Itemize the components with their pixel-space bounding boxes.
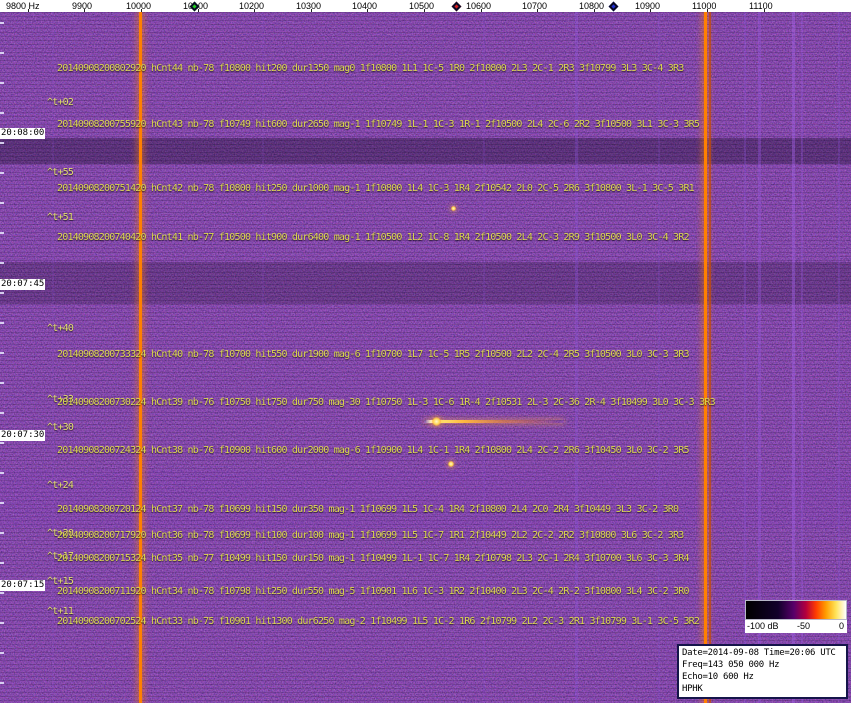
time-tick <box>0 682 4 684</box>
time-tick <box>0 22 4 24</box>
detection-log-line: 20140908200751420 hCnt42 nb-78 f10800 hi… <box>57 183 695 194</box>
time-offset-marker: ^t+51 <box>47 212 74 223</box>
noise-band <box>0 262 851 304</box>
time-offset-marker: ^t+40 <box>47 323 74 334</box>
meteor-echo-dot <box>451 206 456 211</box>
time-tick <box>0 172 4 174</box>
time-tick <box>0 142 4 144</box>
time-tick <box>0 52 4 54</box>
time-label: 20:07:45 <box>0 279 45 290</box>
spur-line <box>52 12 54 703</box>
freq-label: 10900 <box>635 1 661 11</box>
time-tick <box>0 382 4 384</box>
scale-label-mid: -50 <box>797 621 811 631</box>
detection-log-line: 20140908200724324 hCnt38 nb-76 f10900 hi… <box>57 445 689 456</box>
detection-log-line: 20140908200702524 hCnt33 nb-75 f10901 hi… <box>57 616 700 627</box>
intensity-scale-labels: -100 dB -50 0 <box>745 620 847 633</box>
info-date-line: Date=2014-09-08 Time=20:06 UTC <box>682 648 836 658</box>
time-tick <box>0 412 4 414</box>
time-tick <box>0 262 4 264</box>
status-info-box: Date=2014-09-08 Time=20:06 UTC Freq=143 … <box>677 644 848 699</box>
freq-tick <box>594 9 595 12</box>
freq-label: 9800 Hz <box>6 1 40 11</box>
freq-tick <box>650 9 651 12</box>
freq-tick <box>311 9 312 12</box>
time-tick <box>0 652 4 654</box>
scale-label-max: 0 <box>838 621 844 631</box>
detection-log-line: 20140908200802920 hCnt44 nb-78 f10800 hi… <box>57 63 684 74</box>
info-echo-line: Echo=10 600 Hz <box>682 672 754 682</box>
freq-label: 10000 <box>126 1 152 11</box>
freq-tick <box>481 9 482 12</box>
freq-label: 11000 <box>692 1 717 11</box>
freq-tick <box>28 9 29 12</box>
time-offset-marker: ^t+30 <box>47 422 74 433</box>
freq-label: 10700 <box>522 1 548 11</box>
freq-tick <box>254 9 255 12</box>
time-tick <box>0 442 4 444</box>
freq-tick <box>198 9 199 12</box>
time-tick <box>0 592 4 594</box>
time-label: 20:08:00 <box>0 128 45 139</box>
freq-tick <box>141 9 142 12</box>
freq-label: 10200 <box>239 1 265 11</box>
freq-label: 10600 <box>466 1 492 11</box>
detection-log-line: 20140908200715324 hCnt35 nb-77 f10499 hi… <box>57 553 689 564</box>
time-tick <box>0 622 4 624</box>
time-label: 20:07:30 <box>0 430 45 441</box>
info-callsign-line: HPHK <box>682 684 703 694</box>
time-tick <box>0 532 4 534</box>
time-tick <box>0 502 4 504</box>
detection-log-line: 20140908200711920 hCnt34 nb-78 f10798 hi… <box>57 586 689 597</box>
carrier-line <box>704 12 707 703</box>
meteor-echo-streak <box>424 420 564 423</box>
time-tick <box>0 352 4 354</box>
noise-band <box>0 138 851 164</box>
time-label: 20:07:15 <box>0 580 45 591</box>
detection-log-line: 20140908200717920 hCnt36 nb-78 f10699 hi… <box>57 530 684 541</box>
spectrogram-screen: 20140908200802920 hCnt44 nb-78 f10800 hi… <box>0 0 851 703</box>
time-tick <box>0 322 4 324</box>
time-tick <box>0 232 4 234</box>
info-freq-line: Freq=143 050 000 Hz <box>682 660 780 670</box>
detection-log-line: 20140908200720124 hCnt37 nb-78 f10699 hi… <box>57 504 679 515</box>
frequency-ruler: 9800 Hz990010000101001020010300104001050… <box>0 0 851 12</box>
freq-tick <box>424 9 425 12</box>
time-tick <box>0 82 4 84</box>
detection-log-line: 20140908200755920 hCnt43 nb-78 f10749 hi… <box>57 119 700 130</box>
freq-label: 10500 <box>409 1 435 11</box>
freq-label: 11100 <box>749 1 773 11</box>
noise-band <box>0 470 851 528</box>
intensity-scale: -100 dB -50 0 <box>745 600 847 633</box>
freq-label: 10400 <box>352 1 378 11</box>
meteor-echo-dot <box>448 461 454 467</box>
freq-label: 10300 <box>296 1 322 11</box>
scale-label-min: -100 dB <box>747 621 779 631</box>
spur-line <box>709 12 711 703</box>
time-tick <box>0 112 4 114</box>
freq-tick <box>764 9 765 12</box>
freq-label: 9900 <box>72 1 93 11</box>
freq-tick <box>367 9 368 12</box>
time-offset-marker: ^t+02 <box>47 97 74 108</box>
time-tick <box>0 292 4 294</box>
time-tick <box>0 202 4 204</box>
detection-log-line: 20140908200730224 hCnt39 nb-76 f10750 hi… <box>57 397 716 408</box>
time-tick <box>0 472 4 474</box>
meteor-echo-dot <box>432 417 441 426</box>
freq-tick <box>707 9 708 12</box>
detection-log-line: 20140908200733324 hCnt40 nb-78 f10700 hi… <box>57 349 689 360</box>
time-offset-marker: ^t+24 <box>47 480 74 491</box>
detection-log-line: 20140908200740420 hCnt41 nb-77 f10500 hi… <box>57 232 689 243</box>
freq-tick <box>84 9 85 12</box>
freq-label: 10800 <box>579 1 605 11</box>
intensity-gradient-bar <box>745 600 847 620</box>
time-offset-marker: ^t+55 <box>47 167 74 178</box>
freq-tick <box>537 9 538 12</box>
time-tick <box>0 562 4 564</box>
